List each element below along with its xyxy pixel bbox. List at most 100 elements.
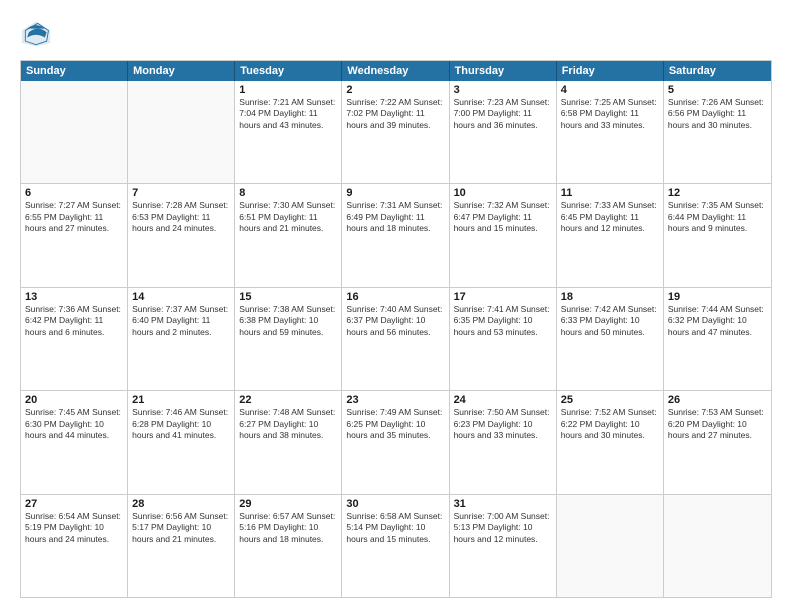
day-info: Sunrise: 7:31 AM Sunset: 6:49 PM Dayligh… (346, 200, 444, 234)
day-info: Sunrise: 7:52 AM Sunset: 6:22 PM Dayligh… (561, 407, 659, 441)
day-number: 5 (668, 84, 767, 96)
calendar-cell: 12Sunrise: 7:35 AM Sunset: 6:44 PM Dayli… (664, 184, 771, 286)
day-info: Sunrise: 7:32 AM Sunset: 6:47 PM Dayligh… (454, 200, 552, 234)
day-info: Sunrise: 7:28 AM Sunset: 6:53 PM Dayligh… (132, 200, 230, 234)
day-info: Sunrise: 7:35 AM Sunset: 6:44 PM Dayligh… (668, 200, 767, 234)
calendar-cell: 5Sunrise: 7:26 AM Sunset: 6:56 PM Daylig… (664, 81, 771, 183)
day-info: Sunrise: 6:54 AM Sunset: 5:19 PM Dayligh… (25, 511, 123, 545)
day-info: Sunrise: 7:26 AM Sunset: 6:56 PM Dayligh… (668, 97, 767, 131)
day-info: Sunrise: 7:36 AM Sunset: 6:42 PM Dayligh… (25, 304, 123, 338)
day-number: 4 (561, 84, 659, 96)
calendar-cell: 7Sunrise: 7:28 AM Sunset: 6:53 PM Daylig… (128, 184, 235, 286)
calendar-header: SundayMondayTuesdayWednesdayThursdayFrid… (21, 61, 771, 81)
day-info: Sunrise: 7:25 AM Sunset: 6:58 PM Dayligh… (561, 97, 659, 131)
header-day-wednesday: Wednesday (342, 61, 449, 81)
day-number: 29 (239, 498, 337, 510)
calendar-cell: 8Sunrise: 7:30 AM Sunset: 6:51 PM Daylig… (235, 184, 342, 286)
calendar-week-5: 27Sunrise: 6:54 AM Sunset: 5:19 PM Dayli… (21, 495, 771, 597)
day-number: 22 (239, 394, 337, 406)
calendar-cell: 25Sunrise: 7:52 AM Sunset: 6:22 PM Dayli… (557, 391, 664, 493)
calendar-cell: 21Sunrise: 7:46 AM Sunset: 6:28 PM Dayli… (128, 391, 235, 493)
day-number: 18 (561, 291, 659, 303)
day-number: 31 (454, 498, 552, 510)
day-number: 11 (561, 187, 659, 199)
calendar-cell (557, 495, 664, 597)
page: SundayMondayTuesdayWednesdayThursdayFrid… (0, 0, 792, 612)
day-number: 25 (561, 394, 659, 406)
day-number: 19 (668, 291, 767, 303)
calendar-cell: 16Sunrise: 7:40 AM Sunset: 6:37 PM Dayli… (342, 288, 449, 390)
day-number: 6 (25, 187, 123, 199)
calendar-cell: 18Sunrise: 7:42 AM Sunset: 6:33 PM Dayli… (557, 288, 664, 390)
logo-icon (20, 18, 52, 50)
day-info: Sunrise: 7:00 AM Sunset: 5:13 PM Dayligh… (454, 511, 552, 545)
calendar-cell: 17Sunrise: 7:41 AM Sunset: 6:35 PM Dayli… (450, 288, 557, 390)
day-info: Sunrise: 6:57 AM Sunset: 5:16 PM Dayligh… (239, 511, 337, 545)
logo (20, 18, 56, 50)
calendar: SundayMondayTuesdayWednesdayThursdayFrid… (20, 60, 772, 598)
header-day-monday: Monday (128, 61, 235, 81)
calendar-cell: 4Sunrise: 7:25 AM Sunset: 6:58 PM Daylig… (557, 81, 664, 183)
day-number: 26 (668, 394, 767, 406)
day-number: 20 (25, 394, 123, 406)
day-number: 21 (132, 394, 230, 406)
calendar-cell (128, 81, 235, 183)
header-day-saturday: Saturday (664, 61, 771, 81)
calendar-cell: 9Sunrise: 7:31 AM Sunset: 6:49 PM Daylig… (342, 184, 449, 286)
calendar-cell: 6Sunrise: 7:27 AM Sunset: 6:55 PM Daylig… (21, 184, 128, 286)
day-number: 14 (132, 291, 230, 303)
day-info: Sunrise: 6:56 AM Sunset: 5:17 PM Dayligh… (132, 511, 230, 545)
day-info: Sunrise: 7:48 AM Sunset: 6:27 PM Dayligh… (239, 407, 337, 441)
day-info: Sunrise: 7:53 AM Sunset: 6:20 PM Dayligh… (668, 407, 767, 441)
day-number: 30 (346, 498, 444, 510)
calendar-cell: 20Sunrise: 7:45 AM Sunset: 6:30 PM Dayli… (21, 391, 128, 493)
day-number: 13 (25, 291, 123, 303)
day-number: 2 (346, 84, 444, 96)
day-info: Sunrise: 7:44 AM Sunset: 6:32 PM Dayligh… (668, 304, 767, 338)
calendar-cell: 24Sunrise: 7:50 AM Sunset: 6:23 PM Dayli… (450, 391, 557, 493)
calendar-week-1: 1Sunrise: 7:21 AM Sunset: 7:04 PM Daylig… (21, 81, 771, 184)
day-info: Sunrise: 7:22 AM Sunset: 7:02 PM Dayligh… (346, 97, 444, 131)
day-number: 15 (239, 291, 337, 303)
day-number: 12 (668, 187, 767, 199)
calendar-cell: 3Sunrise: 7:23 AM Sunset: 7:00 PM Daylig… (450, 81, 557, 183)
day-info: Sunrise: 7:21 AM Sunset: 7:04 PM Dayligh… (239, 97, 337, 131)
header-day-tuesday: Tuesday (235, 61, 342, 81)
day-info: Sunrise: 7:49 AM Sunset: 6:25 PM Dayligh… (346, 407, 444, 441)
calendar-cell: 2Sunrise: 7:22 AM Sunset: 7:02 PM Daylig… (342, 81, 449, 183)
day-number: 9 (346, 187, 444, 199)
calendar-cell: 22Sunrise: 7:48 AM Sunset: 6:27 PM Dayli… (235, 391, 342, 493)
day-number: 28 (132, 498, 230, 510)
day-info: Sunrise: 6:58 AM Sunset: 5:14 PM Dayligh… (346, 511, 444, 545)
day-number: 1 (239, 84, 337, 96)
day-info: Sunrise: 7:46 AM Sunset: 6:28 PM Dayligh… (132, 407, 230, 441)
day-info: Sunrise: 7:37 AM Sunset: 6:40 PM Dayligh… (132, 304, 230, 338)
calendar-cell: 23Sunrise: 7:49 AM Sunset: 6:25 PM Dayli… (342, 391, 449, 493)
day-info: Sunrise: 7:23 AM Sunset: 7:00 PM Dayligh… (454, 97, 552, 131)
day-number: 16 (346, 291, 444, 303)
calendar-cell: 14Sunrise: 7:37 AM Sunset: 6:40 PM Dayli… (128, 288, 235, 390)
day-info: Sunrise: 7:42 AM Sunset: 6:33 PM Dayligh… (561, 304, 659, 338)
day-info: Sunrise: 7:40 AM Sunset: 6:37 PM Dayligh… (346, 304, 444, 338)
day-number: 3 (454, 84, 552, 96)
calendar-cell (21, 81, 128, 183)
calendar-cell (664, 495, 771, 597)
day-number: 23 (346, 394, 444, 406)
day-number: 8 (239, 187, 337, 199)
day-info: Sunrise: 7:30 AM Sunset: 6:51 PM Dayligh… (239, 200, 337, 234)
calendar-week-3: 13Sunrise: 7:36 AM Sunset: 6:42 PM Dayli… (21, 288, 771, 391)
calendar-cell: 1Sunrise: 7:21 AM Sunset: 7:04 PM Daylig… (235, 81, 342, 183)
day-info: Sunrise: 7:27 AM Sunset: 6:55 PM Dayligh… (25, 200, 123, 234)
calendar-cell: 10Sunrise: 7:32 AM Sunset: 6:47 PM Dayli… (450, 184, 557, 286)
day-info: Sunrise: 7:38 AM Sunset: 6:38 PM Dayligh… (239, 304, 337, 338)
day-info: Sunrise: 7:45 AM Sunset: 6:30 PM Dayligh… (25, 407, 123, 441)
calendar-cell: 13Sunrise: 7:36 AM Sunset: 6:42 PM Dayli… (21, 288, 128, 390)
calendar-cell: 26Sunrise: 7:53 AM Sunset: 6:20 PM Dayli… (664, 391, 771, 493)
calendar-cell: 15Sunrise: 7:38 AM Sunset: 6:38 PM Dayli… (235, 288, 342, 390)
day-info: Sunrise: 7:41 AM Sunset: 6:35 PM Dayligh… (454, 304, 552, 338)
day-number: 27 (25, 498, 123, 510)
day-number: 10 (454, 187, 552, 199)
header (20, 18, 772, 50)
day-info: Sunrise: 7:33 AM Sunset: 6:45 PM Dayligh… (561, 200, 659, 234)
calendar-week-2: 6Sunrise: 7:27 AM Sunset: 6:55 PM Daylig… (21, 184, 771, 287)
